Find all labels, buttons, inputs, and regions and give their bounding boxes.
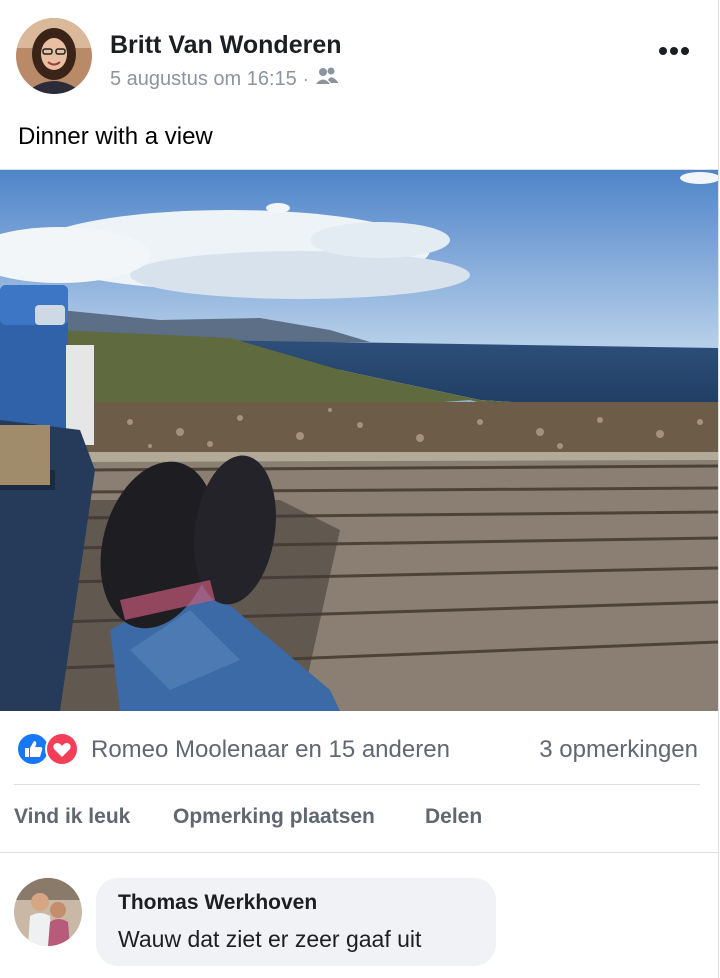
love-icon	[45, 732, 79, 766]
comment-author[interactable]: Thomas Werkhoven	[118, 891, 317, 915]
author-name[interactable]: Britt Van Wonderen	[110, 31, 342, 60]
post-header: Britt Van Wonderen 5 augustus om 16:15 ·	[0, 0, 718, 110]
meta-separator: ·	[302, 68, 309, 89]
reactions-summary[interactable]: Romeo Moolenaar en 15 anderen	[91, 736, 450, 764]
reaction-icons[interactable]	[16, 732, 80, 766]
author-avatar-image	[16, 18, 92, 94]
post-text: Dinner with a view	[18, 123, 213, 150]
post-photo[interactable]	[0, 169, 718, 711]
comment-button[interactable]: Opmerking plaatsen	[173, 805, 375, 829]
comment-bubble: Thomas Werkhoven Wauw dat ziet er zeer g…	[96, 878, 496, 966]
friends-icon[interactable]	[315, 66, 339, 92]
more-options-icon	[659, 47, 689, 55]
post-meta: 5 augustus om 16:15 ·	[110, 66, 339, 92]
commenter-avatar-image	[14, 878, 82, 946]
more-options-button[interactable]	[654, 36, 694, 66]
comment-text: Wauw dat ziet er zeer gaaf uit	[118, 926, 422, 952]
author-avatar[interactable]	[16, 18, 92, 94]
reactions-row: Romeo Moolenaar en 15 anderen 3 opmerkin…	[0, 712, 718, 784]
post-card: Britt Van Wonderen 5 augustus om 16:15 ·…	[0, 0, 719, 978]
share-button[interactable]: Delen	[425, 805, 482, 829]
post-photo-image	[0, 170, 718, 711]
post-timestamp[interactable]: 5 augustus om 16:15	[110, 68, 297, 91]
comments-divider	[0, 852, 718, 853]
comments-count[interactable]: 3 opmerkingen	[539, 736, 698, 764]
commenter-avatar[interactable]	[14, 878, 82, 946]
like-icon	[16, 732, 50, 766]
post-actions: Vind ik leuk Opmerking plaatsen Delen	[0, 785, 718, 851]
like-button[interactable]: Vind ik leuk	[14, 805, 130, 829]
